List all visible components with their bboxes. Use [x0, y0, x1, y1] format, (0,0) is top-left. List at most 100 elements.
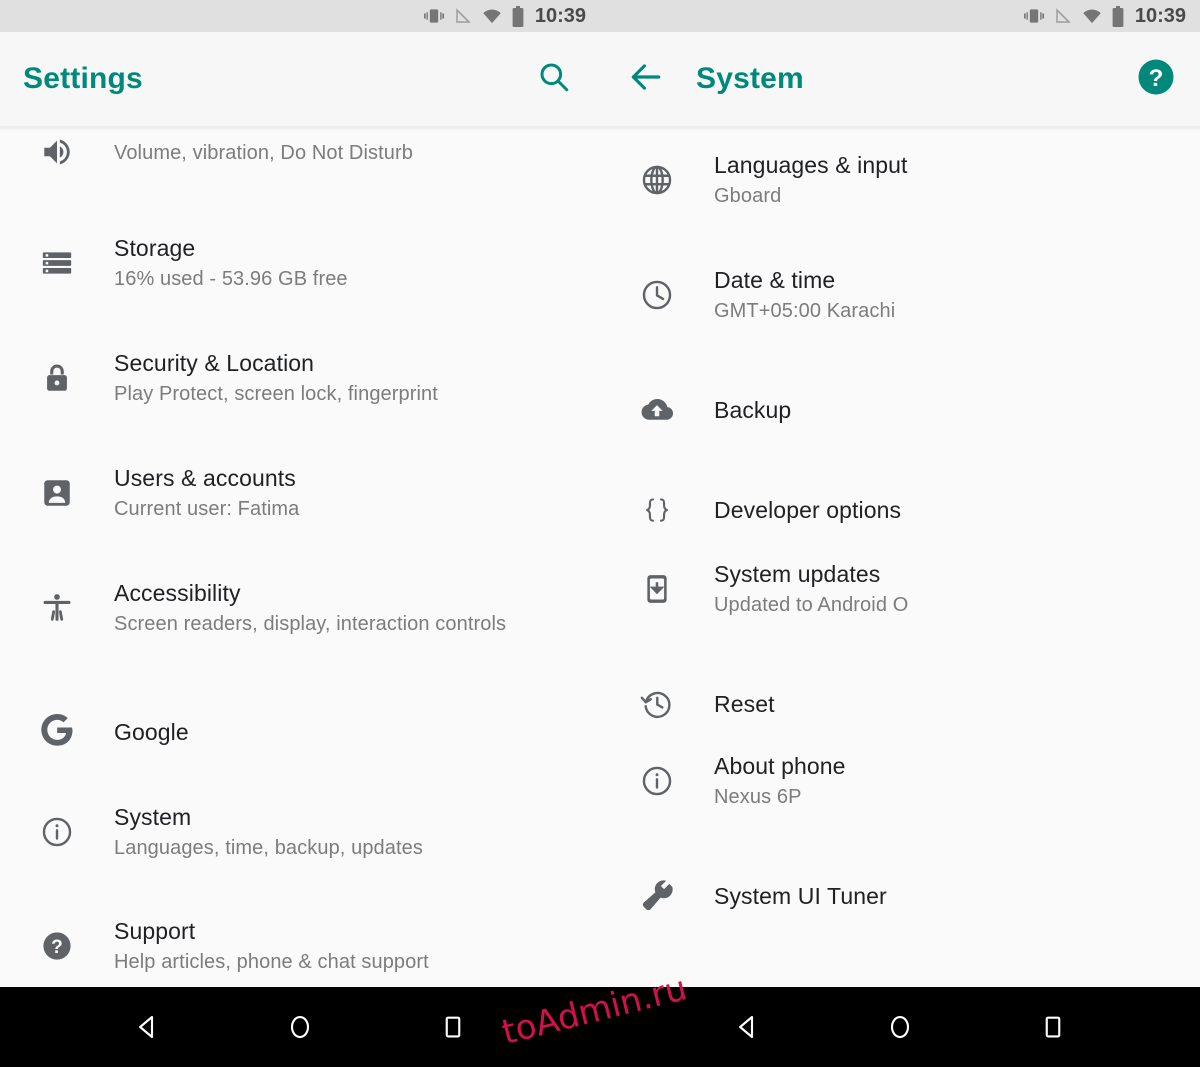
system-item-developer-options[interactable]: Developer options: [600, 467, 1200, 553]
settings-item-support[interactable]: ? Support Help articles, phone & chat su…: [0, 903, 600, 987]
system-item-text: Reset: [714, 689, 775, 719]
battery-icon: [1112, 5, 1124, 27]
settings-item-google[interactable]: Google: [0, 689, 600, 775]
globe-icon: [600, 163, 714, 197]
settings-item-text: Accessibility Screen readers, display, i…: [114, 578, 506, 638]
home-circle-icon[interactable]: [872, 999, 928, 1055]
svg-text:?: ?: [51, 937, 63, 958]
settings-item-subtitle: Volume, vibration, Do Not Disturb: [114, 142, 413, 164]
content-panes: Volume, vibration, Do Not Disturb Storag…: [0, 126, 1200, 987]
settings-item-title: Storage: [114, 235, 196, 261]
settings-item-users-accounts[interactable]: Users & accounts Current user: Fatima: [0, 450, 600, 536]
system-item-system-updates[interactable]: System updates Updated to Android O: [600, 546, 1200, 632]
status-bar-row: 10:39 10:39: [0, 0, 1200, 32]
system-item-text: Languages & input Gboard: [714, 150, 908, 210]
settings-item-subtitle: Play Protect, screen lock, fingerprint: [114, 383, 438, 405]
wifi-icon: [481, 6, 503, 26]
system-list-pane[interactable]: Languages & input Gboard Date & time GMT…: [600, 126, 1200, 987]
settings-item-text: Support Help articles, phone & chat supp…: [114, 916, 429, 976]
settings-list-pane[interactable]: Volume, vibration, Do Not Disturb Storag…: [0, 126, 600, 987]
app-bar-settings: Settings: [0, 32, 600, 126]
status-bar-left: 10:39: [0, 0, 600, 32]
settings-item-subtitle: Screen readers, display, interaction con…: [114, 613, 507, 635]
back-button[interactable]: [622, 55, 670, 103]
settings-item-system[interactable]: System Languages, time, backup, updates: [0, 789, 600, 875]
system-item-text: Developer options: [714, 495, 901, 525]
vibrate-icon: [1023, 6, 1045, 26]
system-item-system-ui-tuner[interactable]: System UI Tuner: [600, 853, 1200, 939]
svg-text:?: ?: [1149, 65, 1164, 92]
braces-icon: [600, 493, 714, 527]
home-circle-icon[interactable]: [272, 999, 328, 1055]
system-item-title: Backup: [714, 397, 792, 423]
page-title-system: System: [696, 62, 804, 95]
settings-item-title: Users & accounts: [114, 465, 296, 491]
android-settings-screen: 10:39 10:39 Settings System ? Volume, vi…: [0, 0, 1200, 1067]
navigation-bar-row: [0, 987, 1200, 1067]
settings-item-subtitle: Current user: Fatima: [114, 498, 300, 520]
system-item-text: About phone Nexus 6P: [714, 751, 846, 811]
search-button[interactable]: [530, 55, 578, 103]
sound-icon: [0, 135, 114, 169]
sim-off-icon: [454, 6, 472, 26]
system-item-subtitle: Nexus 6P: [714, 786, 802, 808]
settings-item-security-location[interactable]: Security & Location Play Protect, screen…: [0, 335, 600, 421]
sim-off-icon: [1054, 6, 1072, 26]
back-triangle-icon[interactable]: [719, 999, 775, 1055]
settings-item-sound[interactable]: Volume, vibration, Do Not Disturb: [0, 127, 600, 195]
settings-item-text: Google: [114, 717, 189, 747]
app-bar-row: Settings System ?: [0, 32, 1200, 126]
accessibility-icon: [0, 591, 114, 625]
clock-icon: [600, 278, 714, 312]
phone-download-icon: [600, 572, 714, 606]
settings-item-storage[interactable]: Storage 16% used - 53.96 GB free: [0, 220, 600, 306]
system-item-date-time[interactable]: Date & time GMT+05:00 Karachi: [600, 252, 1200, 338]
system-item-about-phone[interactable]: About phone Nexus 6P: [600, 738, 1200, 824]
settings-item-title: Support: [114, 918, 196, 944]
google-g-icon: [0, 712, 114, 752]
cloud-upload-icon: [600, 392, 714, 428]
help-button[interactable]: ?: [1132, 55, 1180, 103]
restore-icon: [600, 687, 714, 721]
system-item-backup[interactable]: Backup: [600, 367, 1200, 453]
settings-item-subtitle: Languages, time, backup, updates: [114, 837, 423, 859]
recents-square-icon[interactable]: [1025, 999, 1081, 1055]
system-item-subtitle: GMT+05:00 Karachi: [714, 300, 896, 322]
storage-icon: [0, 246, 114, 280]
system-item-title: Languages & input: [714, 152, 908, 178]
info-circle-icon: [0, 815, 114, 849]
recents-square-icon[interactable]: [425, 999, 481, 1055]
settings-item-text: Security & Location Play Protect, screen…: [114, 348, 438, 408]
system-item-reset[interactable]: Reset: [600, 661, 1200, 747]
help-filled-icon: ?: [0, 929, 114, 963]
settings-item-subtitle: 16% used - 53.96 GB free: [114, 268, 348, 290]
page-title-settings: Settings: [23, 62, 143, 95]
wifi-icon: [1081, 6, 1103, 26]
vibrate-icon: [423, 6, 445, 26]
back-triangle-icon[interactable]: [119, 999, 175, 1055]
app-bar-system: System ?: [600, 32, 1200, 126]
wrench-icon: [600, 878, 714, 914]
settings-item-accessibility[interactable]: Accessibility Screen readers, display, i…: [0, 565, 600, 651]
system-item-title: Reset: [714, 691, 775, 717]
system-item-text: System updates Updated to Android O: [714, 559, 908, 619]
navigation-bar-right: [600, 987, 1200, 1067]
battery-icon: [512, 5, 524, 27]
system-item-languages-input[interactable]: Languages & input Gboard: [600, 137, 1200, 223]
settings-item-title: Security & Location: [114, 350, 315, 376]
settings-item-title: Google: [114, 719, 189, 745]
settings-item-text: Users & accounts Current user: Fatima: [114, 463, 299, 523]
settings-item-text: System Languages, time, backup, updates: [114, 802, 423, 862]
account-box-icon: [0, 476, 114, 510]
settings-item-title: System: [114, 804, 192, 830]
system-item-title: About phone: [714, 753, 846, 779]
settings-item-text: Volume, vibration, Do Not Disturb: [114, 137, 413, 167]
lock-icon: [0, 361, 114, 395]
status-bar-right: 10:39: [600, 0, 1200, 32]
status-bar-time-right: 10:39: [1134, 5, 1186, 27]
system-item-subtitle: Updated to Android O: [714, 594, 909, 616]
system-item-subtitle: Gboard: [714, 185, 782, 207]
settings-item-text: Storage 16% used - 53.96 GB free: [114, 233, 348, 293]
navigation-bar-left: [0, 987, 600, 1067]
help-icon: ?: [1135, 56, 1177, 103]
